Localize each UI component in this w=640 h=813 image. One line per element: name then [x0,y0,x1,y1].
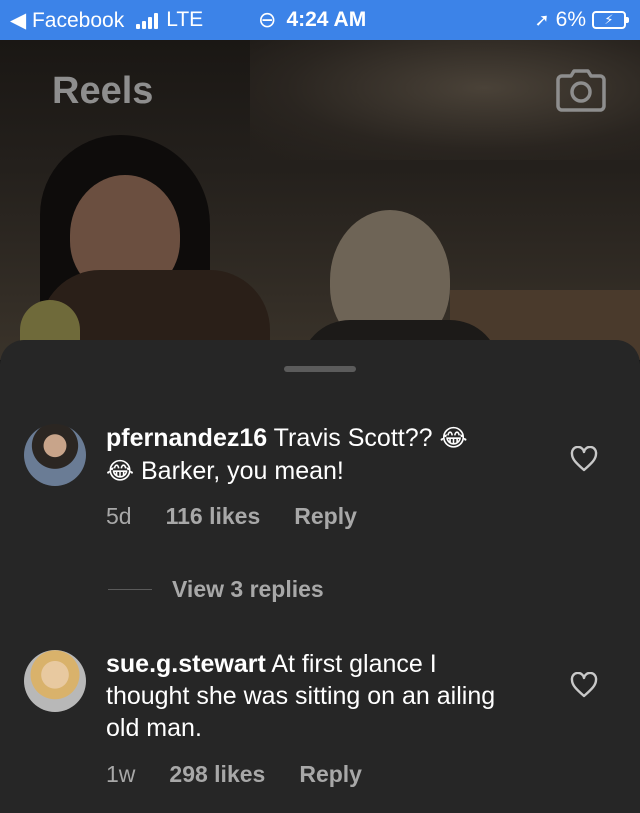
like-heart-icon[interactable] [570,446,598,472]
comment-body: pfernandez16 Travis Scott?? 😂 😂 Barker, … [106,422,546,488]
likes-count[interactable]: 116 likes [166,503,261,530]
avatar[interactable] [24,650,86,712]
back-to-facebook-link[interactable]: ◀ Facebook [10,8,124,33]
sheet-grabber[interactable] [284,366,356,372]
link-icon: ⊖ [258,7,277,32]
clock: 4:24 AM [286,8,367,31]
avatar[interactable] [24,424,86,486]
network-label: LTE [166,8,204,31]
battery-charging-icon: ⚡ [592,11,629,29]
comment-body: sue.g.stewart At first glance I thought … [106,648,526,744]
comment-text: Travis Scott?? [273,424,433,452]
comment-text: Barker, you mean! [141,457,344,485]
comment-time: 1w [106,761,136,787]
location-arrow-icon: ➚ [534,9,550,30]
signal-icon [136,11,159,29]
status-bar: ◀ Facebook LTE ⊖ 4:24 AM ➚ 6% ⚡ [0,0,640,40]
view-replies-button[interactable]: View 3 replies [108,576,324,603]
likes-count[interactable]: 298 likes [169,761,265,788]
view-replies-label: View 3 replies [172,576,324,602]
reply-button[interactable]: Reply [299,761,362,788]
reply-button[interactable]: Reply [294,503,357,530]
like-heart-icon[interactable] [570,672,598,698]
laughing-emoji-icon: 😂 [439,425,468,452]
battery-percent: 6% [555,8,586,31]
laughing-emoji-icon: 😂 [106,458,135,485]
comment-meta: 5d 116 likes Reply [106,503,357,530]
camera-icon[interactable] [556,68,606,112]
page-title: Reels [52,70,154,112]
comment-username[interactable]: pfernandez16 [106,424,267,452]
comments-sheet: pfernandez16 Travis Scott?? 😂 😂 Barker, … [0,340,640,813]
comment-meta: 1w 298 likes Reply [106,761,362,788]
comment-time: 5d [106,503,132,529]
divider [108,589,152,590]
comment-username[interactable]: sue.g.stewart [106,650,266,678]
